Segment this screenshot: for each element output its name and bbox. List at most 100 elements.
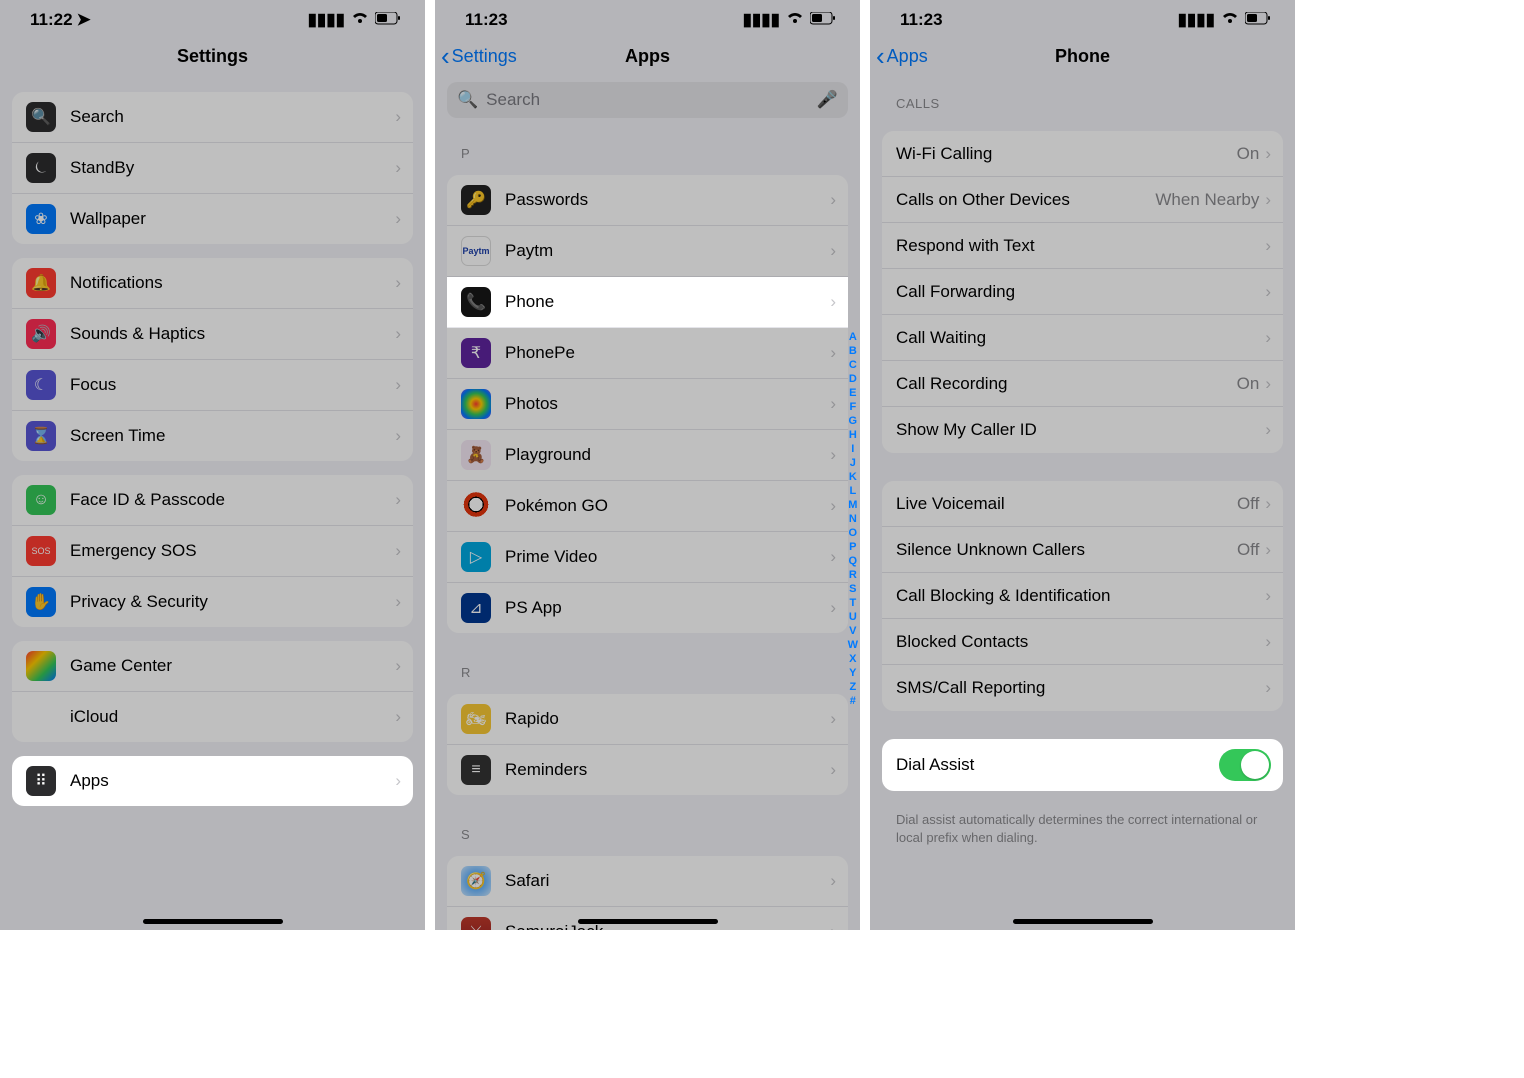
index-letter[interactable]: C [848,358,858,372]
phone-row-show-my-caller-id[interactable]: Show My Caller ID› [882,407,1283,453]
back-button[interactable]: ‹ Settings [441,43,517,69]
home-indicator[interactable] [143,919,283,924]
index-letter[interactable]: K [848,470,858,484]
index-letter[interactable]: A [848,330,858,344]
settings-row-apps[interactable]: ⠿Apps› [12,756,413,806]
index-letter[interactable]: N [848,512,858,526]
settings-row-emergency-sos[interactable]: SOSEmergency SOS› [12,526,413,577]
index-letter[interactable]: I [848,442,858,456]
index-letter[interactable]: V [848,624,858,638]
index-letter[interactable]: W [848,638,858,652]
back-button[interactable]: ‹ Apps [876,43,928,69]
index-letter[interactable]: Z [848,680,858,694]
row-label: Search [70,107,395,127]
index-letter[interactable]: D [848,372,858,386]
app-row-phone[interactable]: 📞Phone› [447,277,848,328]
app-row-safari[interactable]: 🧭Safari› [447,856,848,907]
settings-row-game-center[interactable]: Game Center› [12,641,413,692]
index-letter[interactable]: Y [848,666,858,680]
phone-row-silence-unknown-callers[interactable]: Silence Unknown CallersOff› [882,527,1283,573]
mic-icon[interactable]: 🎤 [817,90,838,110]
battery-icon [810,10,836,30]
chevron-right-icon: › [830,292,836,312]
row-value: On [1237,374,1260,394]
index-letter[interactable]: E [848,386,858,400]
dial-assist-row[interactable]: Dial Assist [882,739,1283,791]
settings-row-focus[interactable]: ☾Focus› [12,360,413,411]
chevron-right-icon: › [395,426,401,446]
index-letter[interactable]: J [848,456,858,470]
index-rail[interactable]: ABCDEFGHIJKLMNOPQRSTUVWXYZ# [848,330,858,708]
index-letter[interactable]: R [848,568,858,582]
chevron-right-icon: › [395,490,401,510]
phone-row-calls-on-other-devices[interactable]: Calls on Other DevicesWhen Nearby› [882,177,1283,223]
index-letter[interactable]: O [848,526,858,540]
phone-row-call-forwarding[interactable]: Call Forwarding› [882,269,1283,315]
search-input[interactable]: 🔍 Search 🎤 [447,82,848,118]
app-icon [461,389,491,419]
index-letter[interactable]: S [848,582,858,596]
settings-row-face-id-passcode[interactable]: ☺Face ID & Passcode› [12,475,413,526]
app-label: Rapido [505,709,830,729]
index-letter[interactable]: M [848,498,858,512]
settings-row-sounds-haptics[interactable]: 🔊Sounds & Haptics› [12,309,413,360]
index-letter[interactable]: P [848,540,858,554]
settings-row-notifications[interactable]: 🔔Notifications› [12,258,413,309]
settings-row-screen-time[interactable]: ⌛Screen Time› [12,411,413,461]
row-label: Calls on Other Devices [896,190,1155,210]
row-icon: ☾ [26,370,56,400]
app-row-prime-video[interactable]: ▷Prime Video› [447,532,848,583]
dial-assist-label: Dial Assist [896,755,1219,775]
app-row-paytm[interactable]: PaytmPaytm› [447,226,848,277]
app-row-photos[interactable]: Photos› [447,379,848,430]
app-row-passwords[interactable]: 🔑Passwords› [447,175,848,226]
settings-row-search[interactable]: 🔍Search› [12,92,413,143]
index-letter[interactable]: T [848,596,858,610]
settings-row-standby[interactable]: ⏾StandBy› [12,143,413,194]
row-label: Call Blocking & Identification [896,586,1265,606]
index-letter[interactable]: U [848,610,858,624]
phone-row-sms-call-reporting[interactable]: SMS/Call Reporting› [882,665,1283,711]
phone-row-call-recording[interactable]: Call RecordingOn› [882,361,1283,407]
row-label: Privacy & Security [70,592,395,612]
app-row-reminders[interactable]: ≡Reminders› [447,745,848,795]
phone-row-live-voicemail[interactable]: Live VoicemailOff› [882,481,1283,527]
search-placeholder: Search [486,90,540,110]
app-row-pok-mon-go[interactable]: Pokémon GO› [447,481,848,532]
nav-header: ‹ Settings Apps [435,34,860,78]
row-label: Silence Unknown Callers [896,540,1237,560]
index-letter[interactable]: H [848,428,858,442]
chevron-right-icon: › [1265,144,1271,164]
settings-row-wallpaper[interactable]: ❀Wallpaper› [12,194,413,244]
index-letter[interactable]: X [848,652,858,666]
home-indicator[interactable] [1013,919,1153,924]
dial-assist-toggle[interactable] [1219,749,1271,781]
index-letter[interactable]: B [848,344,858,358]
index-letter[interactable]: Q [848,554,858,568]
row-value: Off [1237,494,1259,514]
app-row-rapido[interactable]: 🏍Rapido› [447,694,848,745]
home-indicator[interactable] [578,919,718,924]
settings-row-privacy-security[interactable]: ✋Privacy & Security› [12,577,413,627]
chevron-right-icon: › [395,158,401,178]
row-icon: ⠿ [26,766,56,796]
phone-row-wi-fi-calling[interactable]: Wi-Fi CallingOn› [882,131,1283,177]
app-row-playground[interactable]: 🧸Playground› [447,430,848,481]
search-icon: 🔍 [457,90,478,110]
index-letter[interactable]: L [848,484,858,498]
page-title: Apps [625,46,670,67]
app-label: Playground [505,445,830,465]
settings-row-icloud[interactable]: ☁iCloud› [12,692,413,742]
phone-row-blocked-contacts[interactable]: Blocked Contacts› [882,619,1283,665]
row-icon: 🔔 [26,268,56,298]
index-letter[interactable]: F [848,400,858,414]
phone-row-call-blocking-identification[interactable]: Call Blocking & Identification› [882,573,1283,619]
app-label: Safari [505,871,830,891]
app-icon: ≡ [461,755,491,785]
phone-row-respond-with-text[interactable]: Respond with Text› [882,223,1283,269]
phone-row-call-waiting[interactable]: Call Waiting› [882,315,1283,361]
app-row-phonepe[interactable]: ₹PhonePe› [447,328,848,379]
app-row-ps-app[interactable]: ⊿PS App› [447,583,848,633]
index-letter[interactable]: # [848,694,858,708]
index-letter[interactable]: G [848,414,858,428]
